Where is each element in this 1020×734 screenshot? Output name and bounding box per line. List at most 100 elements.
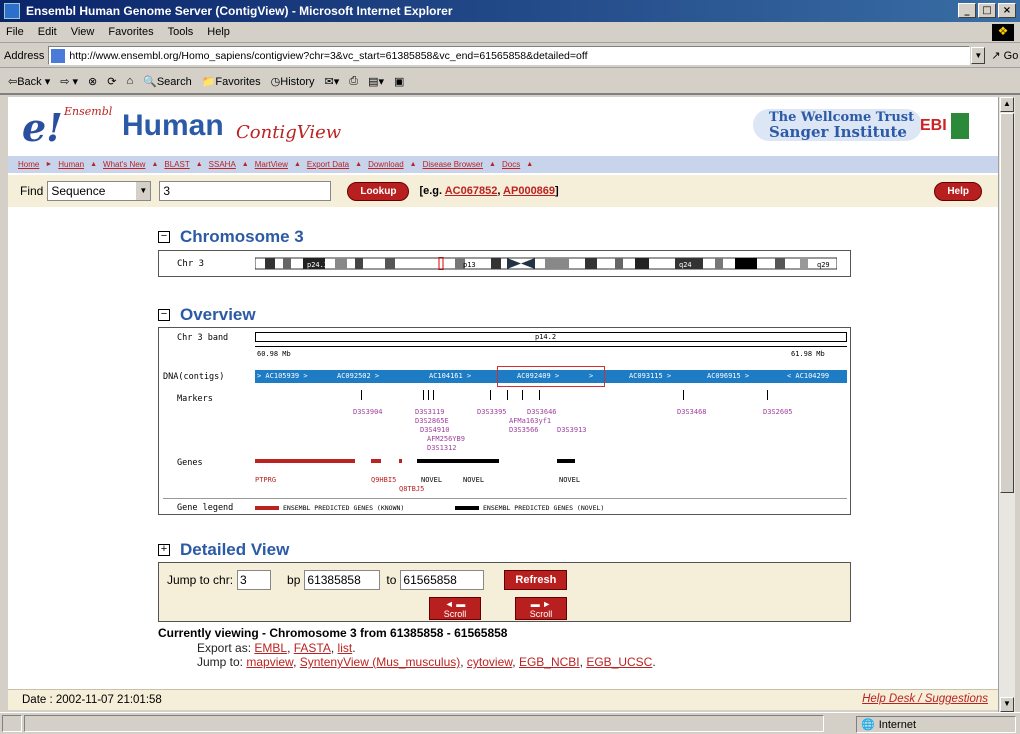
- contig[interactable]: AC093115 >: [629, 372, 671, 380]
- minimize-button[interactable]: _: [958, 3, 976, 18]
- nav-blast[interactable]: BLAST: [164, 160, 189, 169]
- nav-human[interactable]: Human: [58, 160, 84, 169]
- help-button[interactable]: Help: [934, 182, 982, 201]
- marker-label[interactable]: AFM256YB9: [427, 435, 465, 443]
- close-button[interactable]: ×: [998, 3, 1016, 18]
- menu-file[interactable]: File: [6, 26, 24, 38]
- contig[interactable]: AC104161 >: [429, 372, 471, 380]
- address-input[interactable]: http://www.ensembl.org/Homo_sapiens/cont…: [48, 46, 971, 65]
- legend-known-text: ENSEMBL PREDICTED GENES (KNOWN): [283, 504, 405, 512]
- refresh-icon[interactable]: ⟳: [107, 75, 116, 88]
- contig[interactable]: < AC104299: [787, 372, 829, 380]
- bp-end-input[interactable]: 61565858: [400, 570, 485, 590]
- print-icon[interactable]: ⎙: [349, 75, 358, 88]
- gene-label[interactable]: PTPRG: [255, 476, 276, 484]
- edit-icon[interactable]: ▤▾: [368, 75, 384, 88]
- find-input[interactable]: 3: [159, 181, 332, 201]
- jump-egb-ncbi-link[interactable]: EGB_NCBI: [519, 655, 580, 669]
- home-icon[interactable]: ⌂: [126, 75, 133, 87]
- jump-cytoview-link[interactable]: cytoview: [467, 655, 512, 669]
- contig[interactable]: AC096915 >: [707, 372, 749, 380]
- bp-start-input[interactable]: 61385858: [304, 570, 381, 590]
- scroll-right-button[interactable]: ▬ ► Scroll: [515, 597, 567, 620]
- nav-docs[interactable]: Docs: [502, 160, 520, 169]
- nav-martview[interactable]: MartView: [255, 160, 288, 169]
- nav-disease-browser[interactable]: Disease Browser: [423, 160, 483, 169]
- vertical-scrollbar[interactable]: ▲ ▼: [998, 97, 1015, 712]
- nav-bar: Home ► Human ▲ What's New ▲ BLAST ▲ SSAHA ▲ M…: [8, 156, 998, 173]
- stop-icon[interactable]: ⊗: [88, 75, 97, 88]
- marker-label[interactable]: D3S3904: [353, 408, 383, 416]
- scrollbar-thumb[interactable]: [1000, 113, 1014, 493]
- marker-label[interactable]: D3S3395: [477, 408, 507, 416]
- collapse-icon[interactable]: −: [158, 231, 170, 243]
- nav-home[interactable]: Home: [18, 160, 39, 169]
- ebi-logo[interactable]: EBI: [920, 113, 969, 139]
- gene-novel[interactable]: [557, 459, 575, 463]
- gene-known[interactable]: [371, 459, 381, 463]
- contig[interactable]: AC092502 >: [337, 372, 379, 380]
- menu-tools[interactable]: Tools: [168, 26, 194, 38]
- contig[interactable]: >: [589, 372, 593, 380]
- address-dropdown-icon[interactable]: ▼: [971, 47, 986, 64]
- contig[interactable]: > AC105939 >: [257, 372, 308, 380]
- gene-known[interactable]: [399, 459, 402, 463]
- example-link-1[interactable]: AC067852: [445, 185, 498, 197]
- marker-label[interactable]: D3S4910: [420, 426, 450, 434]
- menu-favorites[interactable]: Favorites: [108, 26, 153, 38]
- marker-label[interactable]: D3S3566: [509, 426, 539, 434]
- jump-egb-ucsc-link[interactable]: EGB_UCSC: [586, 655, 652, 669]
- discuss-icon[interactable]: ▣: [394, 75, 404, 88]
- chr-input[interactable]: 3: [237, 570, 272, 590]
- history-button[interactable]: ◷History: [271, 75, 315, 88]
- forward-button[interactable]: ⇨ ▾: [60, 75, 78, 88]
- gene-label[interactable]: NOVEL: [559, 476, 580, 484]
- menu-help[interactable]: Help: [207, 26, 230, 38]
- mail-icon[interactable]: ✉▾: [325, 75, 340, 88]
- scroll-left-button[interactable]: ◄ ▬ Scroll: [429, 597, 481, 620]
- gene-novel[interactable]: [417, 459, 499, 463]
- export-list-link[interactable]: list: [338, 641, 353, 655]
- menu-edit[interactable]: Edit: [38, 26, 57, 38]
- marker-label[interactable]: AFMa163yf1: [509, 417, 551, 425]
- nav-whats-new[interactable]: What's New: [103, 160, 145, 169]
- find-type-select[interactable]: Sequence ▼: [47, 181, 152, 201]
- maximize-button[interactable]: □: [978, 3, 996, 18]
- nav-ssaha[interactable]: SSAHA: [209, 160, 236, 169]
- jump-mapview-link[interactable]: mapview: [246, 655, 293, 669]
- go-button[interactable]: ↗ Go: [991, 49, 1018, 62]
- search-button[interactable]: 🔍Search: [143, 75, 192, 88]
- help-desk-link[interactable]: Help Desk / Suggestions: [862, 693, 988, 705]
- marker-label[interactable]: D3S2605: [763, 408, 793, 416]
- export-fasta-link[interactable]: FASTA: [294, 641, 331, 655]
- marker-label[interactable]: D3S3913: [557, 426, 587, 434]
- gene-label[interactable]: NOVEL: [463, 476, 484, 484]
- chromosome-ideogram[interactable]: p24.3 p13 q24 q29: [255, 257, 837, 270]
- favorites-button[interactable]: 📁Favorites: [202, 75, 261, 88]
- collapse-icon[interactable]: −: [158, 309, 170, 321]
- nav-download[interactable]: Download: [368, 160, 404, 169]
- export-embl-link[interactable]: EMBL: [254, 641, 287, 655]
- marker-label[interactable]: D3S3646: [527, 408, 557, 416]
- example-link-2[interactable]: AP000869: [503, 185, 555, 197]
- expand-icon[interactable]: +: [158, 544, 170, 556]
- gene-known[interactable]: [255, 459, 355, 463]
- nav-export-data[interactable]: Export Data: [307, 160, 349, 169]
- contig[interactable]: AC092409 >: [517, 372, 559, 380]
- marker-label[interactable]: D3S2865E: [415, 417, 449, 425]
- scroll-down-icon[interactable]: ▼: [1000, 697, 1014, 712]
- marker-label[interactable]: D3S3119: [415, 408, 445, 416]
- back-button[interactable]: ⇦Back ▾: [8, 75, 50, 88]
- jump-syntenyview-link[interactable]: SyntenyView (Mus_musculus): [300, 655, 461, 669]
- ensembl-logo[interactable]: e! Ensembl: [22, 105, 112, 150]
- gene-label[interactable]: Q9HBI5: [371, 476, 396, 484]
- lookup-button[interactable]: Lookup: [347, 181, 410, 201]
- refresh-button[interactable]: Refresh: [504, 570, 568, 590]
- marker-label[interactable]: D3S1312: [427, 444, 457, 452]
- gene-label[interactable]: Q8TBJ5: [399, 485, 424, 493]
- menu-view[interactable]: View: [71, 26, 95, 38]
- marker-label[interactable]: D3S3468: [677, 408, 707, 416]
- scroll-up-icon[interactable]: ▲: [1000, 97, 1014, 112]
- sanger-logo[interactable]: The Wellcome Trust Sanger Institute: [753, 109, 923, 141]
- gene-label[interactable]: NOVEL: [421, 476, 442, 484]
